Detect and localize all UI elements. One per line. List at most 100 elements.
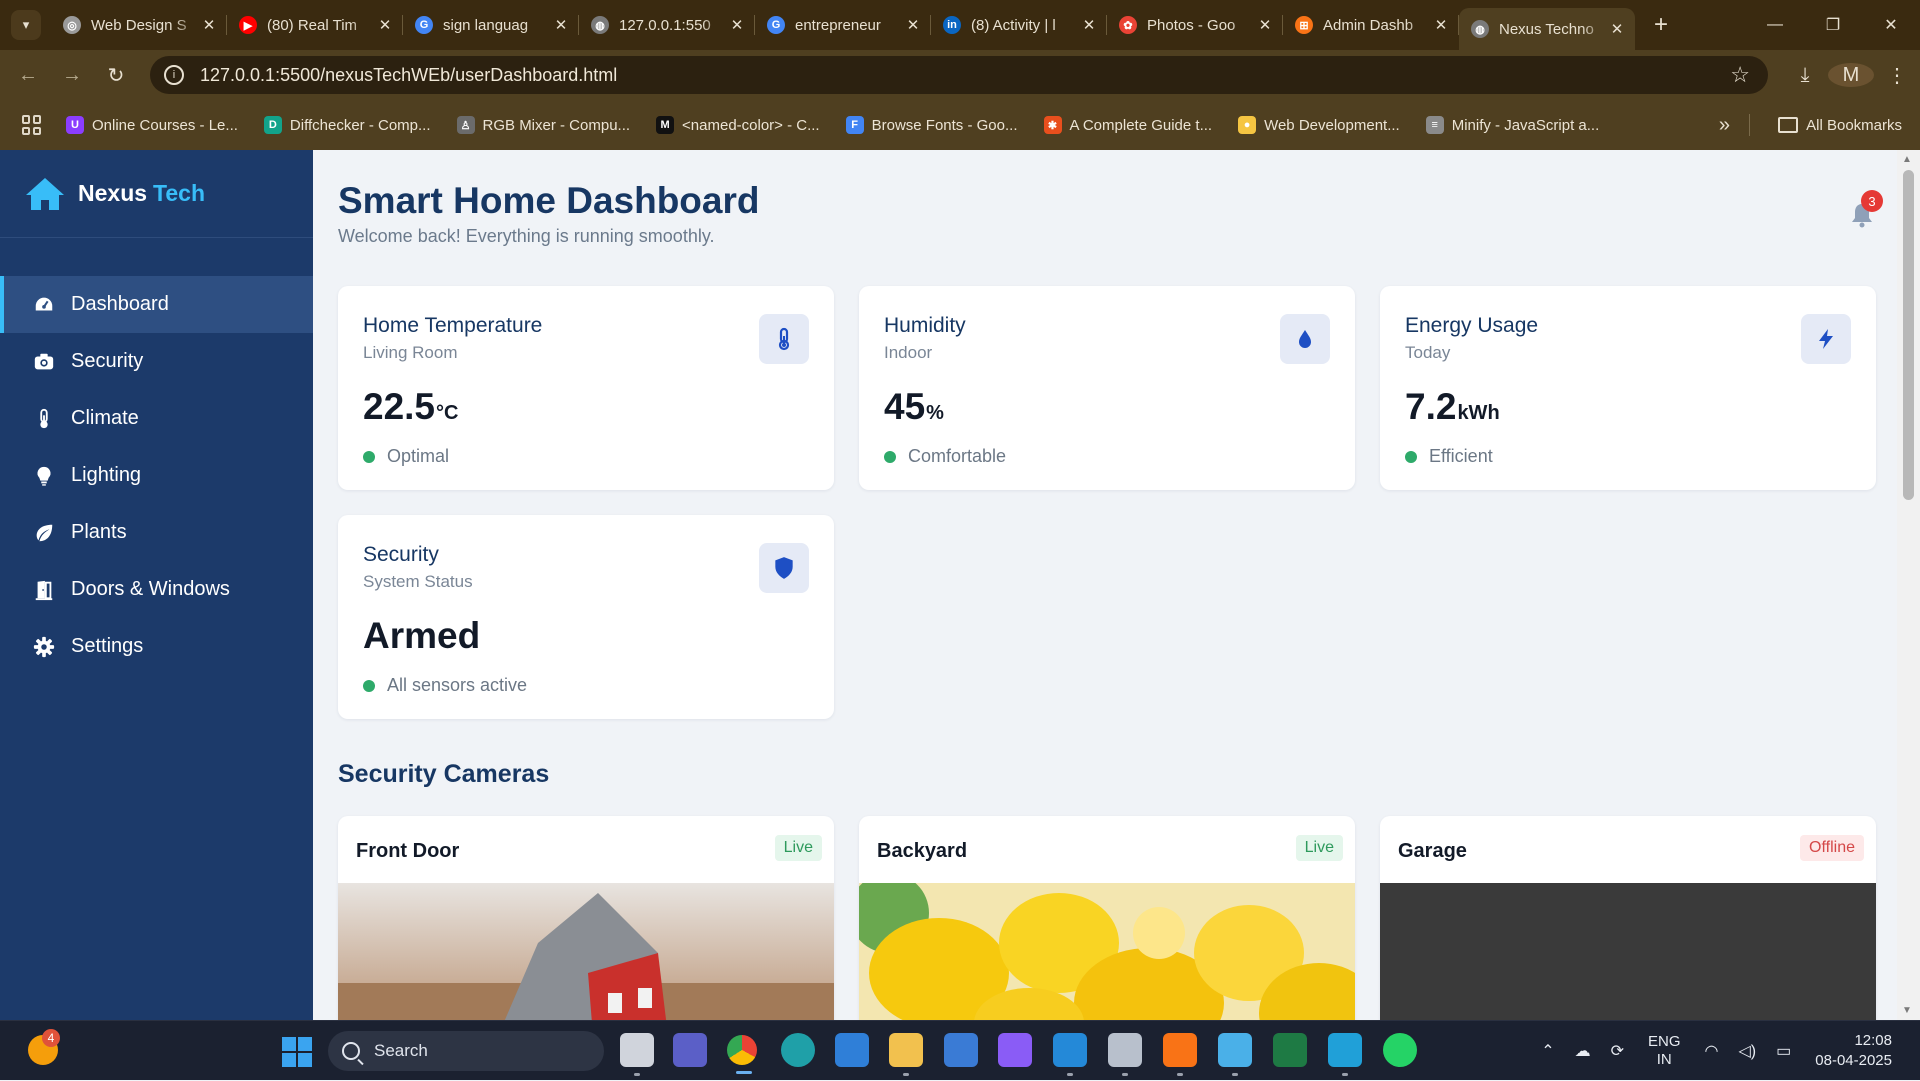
camera-name: Front Door — [356, 840, 460, 862]
bookmark-item[interactable]: ✱ A Complete Guide t... — [1043, 116, 1212, 134]
camera-feed-image[interactable] — [338, 883, 834, 1020]
browser-tab[interactable]: ▶ (80) Real Tim ✕ — [227, 0, 403, 50]
section-title-cameras: Security Cameras — [338, 760, 550, 788]
bookmark-favicon-icon: ♙ — [456, 116, 475, 134]
remote-desktop-icon[interactable] — [1328, 1033, 1362, 1076]
folder-icon[interactable] — [889, 1033, 923, 1076]
camera-card-front-door[interactable]: Front Door Live — [338, 816, 834, 1020]
start-button[interactable] — [282, 1037, 312, 1067]
close-tab-icon[interactable]: ✕ — [905, 16, 921, 34]
close-tab-icon[interactable]: ✕ — [1609, 20, 1625, 38]
bookmark-label: Browse Fonts - Goo... — [871, 116, 1018, 134]
browser-tab[interactable]: Gsign languag ✕ — [403, 0, 579, 50]
browser-tab[interactable]: ⊞ Admin Dashb ✕ — [1283, 0, 1459, 50]
address-bar[interactable]: i 127.0.0.1:5500/nexusTechWEb/userDashbo… — [150, 56, 1768, 94]
system-tray: ⌃ ☁ ⟳ ENG IN ◠ ◁) ▭ 12:08 08-04-2025 — [1531, 1021, 1920, 1081]
bookmark-item[interactable]: D Diffchecker - Comp... — [263, 116, 431, 134]
xampp-icon[interactable] — [1163, 1033, 1197, 1076]
site-info-icon[interactable]: i — [164, 65, 184, 85]
sidebar-item-climate[interactable]: Climate — [0, 390, 313, 447]
browser-tab[interactable]: ◎ Web Design S ✕ — [51, 0, 227, 50]
chrome-icon[interactable] — [727, 1035, 757, 1074]
browser-tab[interactable]: ◍ 127.0.0.1:550 ✕ — [579, 0, 755, 50]
bookmark-favicon-icon: D — [263, 116, 282, 134]
back-button[interactable]: ← — [6, 64, 50, 87]
clock[interactable]: 12:08 08-04-2025 — [1815, 1031, 1892, 1071]
url-text[interactable]: 127.0.0.1:5500/nexusTechWEb/userDashboar… — [200, 65, 617, 86]
excel-icon[interactable] — [1273, 1033, 1307, 1067]
bookmark-item[interactable]: ♙ RGB Mixer - Compu... — [456, 116, 630, 134]
browser-tab[interactable]: ◍ Nexus Techno ✕ — [1459, 8, 1635, 50]
edge-icon[interactable] — [781, 1033, 815, 1067]
wifi-icon[interactable]: ◠ — [1705, 1041, 1719, 1061]
bookmark-item[interactable]: ● Web Development... — [1238, 116, 1400, 134]
new-tab-button[interactable]: + — [1641, 11, 1681, 39]
bookmark-star-icon[interactable]: ☆ — [1730, 62, 1750, 88]
bookmark-item[interactable]: U Online Courses - Le... — [66, 116, 238, 134]
camera-feed-image[interactable] — [859, 873, 1355, 1020]
sidebar-item-dashboard[interactable]: Dashboard — [0, 276, 313, 333]
sidebar-item-settings[interactable]: Settings — [0, 618, 313, 675]
browser-tab[interactable]: in (8) Activity | l ✕ — [931, 0, 1107, 50]
copilot-icon[interactable] — [998, 1033, 1032, 1067]
drawing-app-icon[interactable] — [944, 1033, 978, 1067]
teams-icon[interactable] — [673, 1033, 707, 1067]
close-tab-icon[interactable]: ✕ — [1257, 16, 1273, 34]
whatsapp-icon[interactable] — [1383, 1033, 1417, 1067]
bookmark-favicon-icon: ● — [1238, 116, 1257, 134]
tab-title: Photos - Goo — [1147, 16, 1236, 34]
chevron-up-icon[interactable]: ⌃ — [1541, 1041, 1554, 1061]
close-tab-icon[interactable]: ✕ — [201, 16, 217, 34]
card-status-label: Comfortable — [908, 446, 1007, 466]
camera-card-backyard[interactable]: Backyard Live — [859, 816, 1355, 1020]
volume-icon[interactable]: ◁) — [1739, 1041, 1757, 1061]
tab-search-button[interactable]: ▾ — [11, 10, 41, 40]
taskbar-search[interactable]: Search — [328, 1031, 604, 1071]
sidebar-item-plants[interactable]: Plants — [0, 504, 313, 561]
restore-button[interactable]: ❐ — [1804, 0, 1862, 50]
close-tab-icon[interactable]: ✕ — [1081, 16, 1097, 34]
page-scrollbar[interactable]: ▲ ▼ — [1897, 150, 1920, 1020]
all-bookmarks-button[interactable]: All Bookmarks — [1778, 117, 1902, 134]
sidebar-item-label: Lighting — [71, 464, 142, 486]
close-tab-icon[interactable]: ✕ — [553, 16, 569, 34]
settings-icon[interactable] — [1108, 1033, 1142, 1076]
language-indicator[interactable]: ENG IN — [1648, 1033, 1681, 1069]
camera-card-garage[interactable]: Garage Offline — [1380, 816, 1876, 1020]
bookmark-item[interactable]: F Browse Fonts - Goo... — [845, 116, 1018, 134]
close-tab-icon[interactable]: ✕ — [377, 16, 393, 34]
browser-tab[interactable]: ✿ Photos - Goo ✕ — [1107, 0, 1283, 50]
scroll-down-arrow[interactable]: ▼ — [1902, 1005, 1912, 1016]
camera-status-badge: Live — [774, 835, 822, 861]
profile-avatar[interactable]: M — [1828, 63, 1874, 87]
forward-button[interactable]: → — [50, 64, 94, 87]
minimize-button[interactable]: — — [1746, 0, 1804, 50]
cloud-icon[interactable]: ☁ — [1575, 1041, 1591, 1061]
vscode-icon[interactable] — [1053, 1033, 1087, 1076]
close-tab-icon[interactable]: ✕ — [1433, 16, 1449, 34]
notepad-icon[interactable] — [1218, 1033, 1252, 1076]
bookmark-item[interactable]: M <named-color> - C... — [656, 116, 820, 134]
close-window-button[interactable]: ✕ — [1862, 0, 1920, 50]
file-explorer-mini-icon[interactable] — [620, 1033, 654, 1076]
close-tab-icon[interactable]: ✕ — [729, 16, 745, 34]
widgets-badge: 4 — [42, 1029, 60, 1047]
brand[interactable]: Nexus Tech — [0, 150, 313, 238]
more-bookmarks-icon[interactable]: » — [1719, 114, 1730, 137]
browser-tab[interactable]: Gentrepreneur ✕ — [755, 0, 931, 50]
sidebar-item-doors-windows[interactable]: Doors & Windows — [0, 561, 313, 618]
battery-icon[interactable]: ▭ — [1776, 1041, 1791, 1061]
sidebar-item-lighting[interactable]: Lighting — [0, 447, 313, 504]
microsoft-store-icon[interactable] — [835, 1033, 869, 1067]
reload-button[interactable]: ↻ — [94, 63, 138, 88]
sidebar-item-security[interactable]: Security — [0, 333, 313, 390]
camera-feed-image[interactable] — [1380, 883, 1876, 1020]
bookmark-item[interactable]: ≡ Minify - JavaScript a... — [1425, 116, 1599, 134]
sync-icon[interactable]: ⟳ — [1611, 1041, 1624, 1061]
download-icon[interactable]: ⤓ — [1782, 64, 1828, 87]
apps-grid-icon[interactable] — [22, 115, 42, 135]
card-value-number: Armed — [363, 615, 481, 656]
scroll-up-arrow[interactable]: ▲ — [1902, 154, 1912, 165]
scrollbar-thumb[interactable] — [1903, 170, 1914, 500]
more-menu-icon[interactable]: ⋮ — [1874, 63, 1920, 88]
